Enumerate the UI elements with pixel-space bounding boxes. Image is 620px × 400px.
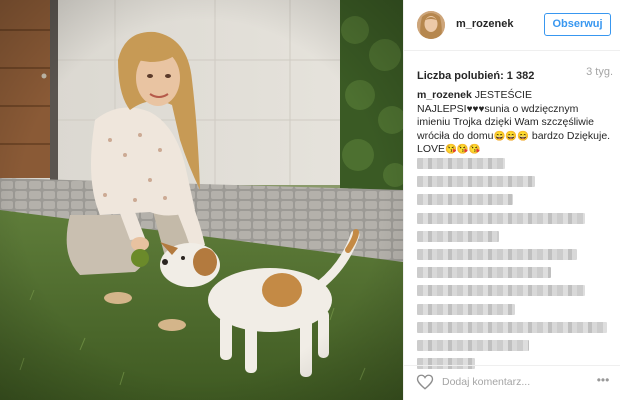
- blurred-comment: [417, 321, 607, 333]
- blurred-comment: [417, 194, 513, 206]
- smile-emoji-icon: 😄😄😄: [493, 130, 529, 142]
- post-header: m_rozenek Obserwuj: [404, 0, 620, 51]
- blurred-comment: [417, 285, 585, 297]
- blurred-comment: [417, 158, 505, 169]
- blurred-comment: [417, 248, 577, 260]
- caption-username[interactable]: m_rozenek: [417, 89, 472, 101]
- blurred-comment: [417, 267, 551, 279]
- post-photo[interactable]: [0, 0, 403, 400]
- heart-emoji-icon: ♥♥♥: [466, 103, 485, 115]
- heart-icon[interactable]: [416, 373, 434, 391]
- woman-with-dog-image: [0, 0, 403, 400]
- avatar-image: [417, 11, 445, 39]
- kiss-emoji-icon: 😘😘😘: [445, 144, 481, 156]
- post-caption: m_rozenek JESTEŚCIE NAJLEPSI♥♥♥sunia o w…: [417, 89, 613, 157]
- likes-count[interactable]: 1 382: [507, 70, 535, 82]
- instagram-post: m_rozenek Obserwuj Liczba polubień: 1 382…: [0, 0, 620, 400]
- likes-label: Liczba polubień:: [417, 70, 504, 82]
- comment-input[interactable]: [442, 374, 582, 390]
- post-timestamp[interactable]: 3 tyg.: [586, 66, 613, 78]
- comments-list: [417, 158, 617, 376]
- blurred-comment: [417, 176, 535, 188]
- more-options-icon[interactable]: •••: [593, 374, 613, 388]
- username-link[interactable]: m_rozenek: [456, 18, 513, 30]
- follow-button[interactable]: Obserwuj: [544, 13, 611, 36]
- post-sidebar: m_rozenek Obserwuj Liczba polubień: 1 382…: [403, 0, 620, 400]
- blurred-comment: [417, 303, 515, 315]
- blurred-comment: [417, 212, 585, 224]
- avatar[interactable]: [417, 11, 445, 39]
- blurred-comment: [417, 230, 499, 242]
- likes-row: Liczba polubień: 1 382 3 tyg.: [417, 66, 613, 82]
- post-footer: •••: [404, 365, 620, 400]
- blurred-comment: [417, 339, 529, 351]
